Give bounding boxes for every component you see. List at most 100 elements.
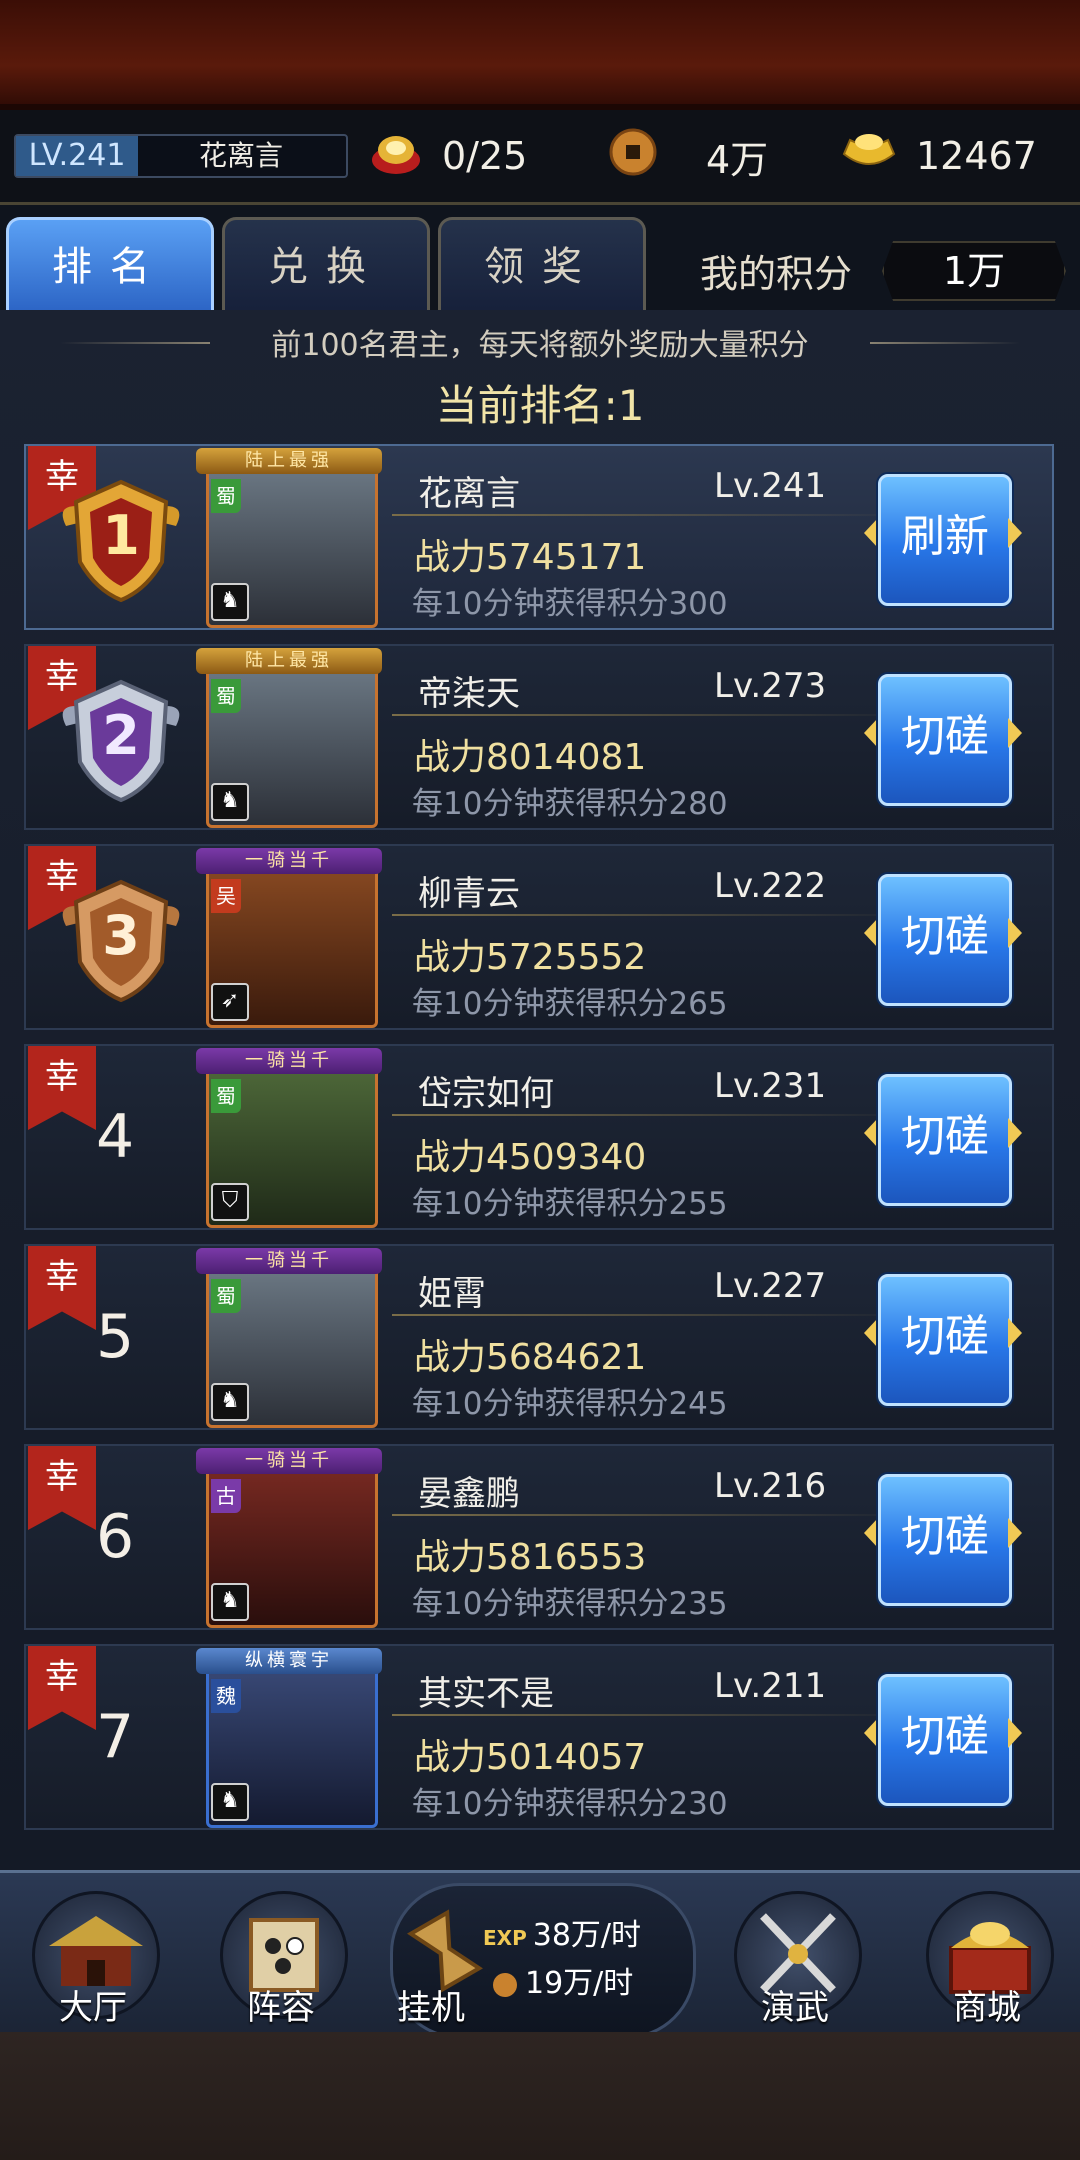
nav-idle[interactable]: 挂机 [370,1883,520,2033]
refresh-button[interactable]: 刷新 [878,474,1012,606]
unit-type-icon: ⛉ [211,1183,249,1221]
hero-title-banner: 一骑当千 [196,1248,382,1274]
unit-type-icon: ♞ [211,783,249,821]
player-name: 花离言 [418,474,520,514]
player-level: Lv.231 [714,1066,827,1106]
score-rate: 每10分钟获得积分255 [412,1186,728,1222]
hero-portrait[interactable]: 蜀 ♞ [206,460,378,628]
hero-portrait[interactable]: 蜀 ♞ [206,660,378,828]
bottom-nav: 大厅 阵容 EXP 38万/时 19万/时 挂机 演武 商城 [0,1870,1080,2039]
notice-divider-left [60,342,210,344]
player-name: 帝柒天 [418,674,520,714]
hero-portrait[interactable]: 蜀 ⛉ [206,1060,378,1228]
player-name: 晏鑫鹏 [418,1474,520,1514]
hero-title-banner: 一骑当千 [196,848,382,874]
player-name: 柳青云 [418,874,520,914]
button-wing-left [864,1318,878,1348]
tab-rewards[interactable]: 领奖 [438,217,646,314]
score-rate: 每10分钟获得积分245 [412,1386,728,1422]
button-wing-right [1008,1118,1022,1148]
battle-power: 战力4509340 [414,1137,647,1178]
challenge-button[interactable]: 切磋 [878,874,1012,1006]
idle-coin-value: 19万/时 [525,1966,634,2001]
player-level: Lv.216 [714,1466,827,1506]
hero-title-banner: 一骑当千 [196,1048,382,1074]
silver-medal-icon: 2 [46,666,196,816]
coin-value: 4万 [706,137,769,182]
medal-number: 3 [102,904,140,967]
hero-portrait[interactable]: 古 ♞ [206,1460,378,1628]
nav-martial[interactable]: 演武 [720,1883,870,2033]
player-level: LV.241 [16,136,138,176]
battle-power: 战力5725552 [414,937,647,978]
faction-badge: 魏 [211,1679,241,1713]
button-wing-left [864,1118,878,1148]
gold-ingot-icon [840,128,898,185]
lucky-ribbon: 幸 [28,1646,96,1730]
notice-text: 前100名君主，每天将额外奖励大量积分 [271,328,809,363]
nav-hall[interactable]: 大厅 [18,1883,168,2033]
unit-type-icon: ♞ [211,1383,249,1421]
ranking-row[interactable]: 幸 4 蜀 ⛉ 一骑当千 岱宗如何 Lv.231 战力4509340 每10分钟… [24,1044,1054,1230]
player-level: Lv.222 [714,866,827,906]
stamina-resource[interactable]: 0/25 [368,128,527,184]
ranking-row[interactable]: 幸 6 古 ♞ 一骑当千 晏鑫鹏 Lv.216 战力5816553 每10分钟获… [24,1444,1054,1630]
ranking-list[interactable]: 幸 1 蜀 ♞ 陆上最强 花离言 Lv.241 战力5745171 每10分钟获… [24,444,1056,1844]
ranking-notice: 前100名君主，每天将额外奖励大量积分 [0,320,1080,366]
challenge-button[interactable]: 切磋 [878,1074,1012,1206]
gold-value: 12467 [916,134,1037,178]
nav-lineup[interactable]: 阵容 [206,1883,356,2033]
challenge-button[interactable]: 切磋 [878,1274,1012,1406]
ranking-row[interactable]: 幸 2 蜀 ♞ 陆上最强 帝柒天 Lv.273 战力8014081 每10分钟获… [24,644,1054,830]
nav-shop-label: 商城 [953,1988,1021,2028]
player-level-box[interactable]: LV.241 花离言 [14,134,348,178]
top-decor-band [0,0,1080,110]
player-name: 姫霄 [418,1274,486,1314]
button-wing-left [864,918,878,948]
stamina-value: 0/25 [442,134,528,178]
button-wing-right [1008,718,1022,748]
row-divider [392,1114,912,1116]
button-wing-right [1008,1518,1022,1548]
current-rank: 当前排名:1 [435,381,645,430]
score-rate: 每10分钟获得积分300 [412,586,728,622]
notice-divider-right [870,342,1020,344]
hero-portrait[interactable]: 魏 ♞ [206,1660,378,1828]
idle-exp-value: 38万/时 [532,1918,642,1953]
lucky-ribbon: 幸 [28,1046,96,1130]
lucky-ribbon: 幸 [28,1446,96,1530]
tab-bar: 排名 兑换 领奖 我的积分 1万 [0,205,1080,314]
tab-ranking[interactable]: 排名 [6,217,214,314]
unit-type-icon: ♞ [211,583,249,621]
button-wing-left [864,718,878,748]
button-wing-left [864,518,878,548]
unit-type-icon: ➶ [211,983,249,1021]
button-wing-left [864,1718,878,1748]
hero-portrait[interactable]: 蜀 ♞ [206,1260,378,1428]
player-name: 其实不是 [418,1674,554,1714]
gold-resource[interactable]: 12467 [840,128,1037,184]
coin-resource[interactable]: 4万 [608,128,768,184]
challenge-button[interactable]: 切磋 [878,1474,1012,1606]
nav-shop[interactable]: 商城 [912,1883,1062,2033]
my-score-label: 我的积分 [700,252,853,296]
hero-portrait[interactable]: 吴 ➶ [206,860,378,1028]
row-divider [392,1514,912,1516]
battle-power: 战力5014057 [414,1737,647,1778]
ranking-row[interactable]: 幸 5 蜀 ♞ 一骑当千 姫霄 Lv.227 战力5684621 每10分钟获得… [24,1244,1054,1430]
faction-badge: 蜀 [211,1279,241,1313]
challenge-button[interactable]: 切磋 [878,1674,1012,1806]
button-wing-right [1008,1718,1022,1748]
ranking-row[interactable]: 幸 1 蜀 ♞ 陆上最强 花离言 Lv.241 战力5745171 每10分钟获… [24,444,1054,630]
nav-hall-label: 大厅 [59,1988,127,2028]
bronze-medal-icon: 3 [46,866,196,1016]
ranking-row[interactable]: 幸 7 魏 ♞ 纵横寰宇 其实不是 Lv.211 战力5014057 每10分钟… [24,1644,1054,1830]
nav-idle-label: 挂机 [397,1988,465,2028]
tab-exchange[interactable]: 兑换 [222,217,430,314]
score-rate: 每10分钟获得积分230 [412,1786,728,1822]
ranking-row[interactable]: 幸 3 吴 ➶ 一骑当千 柳青云 Lv.222 战力5725552 每10分钟获… [24,844,1054,1030]
faction-badge: 蜀 [211,1079,241,1113]
challenge-button[interactable]: 切磋 [878,674,1012,806]
button-wing-right [1008,918,1022,948]
nav-lineup-label: 阵容 [247,1988,315,2028]
